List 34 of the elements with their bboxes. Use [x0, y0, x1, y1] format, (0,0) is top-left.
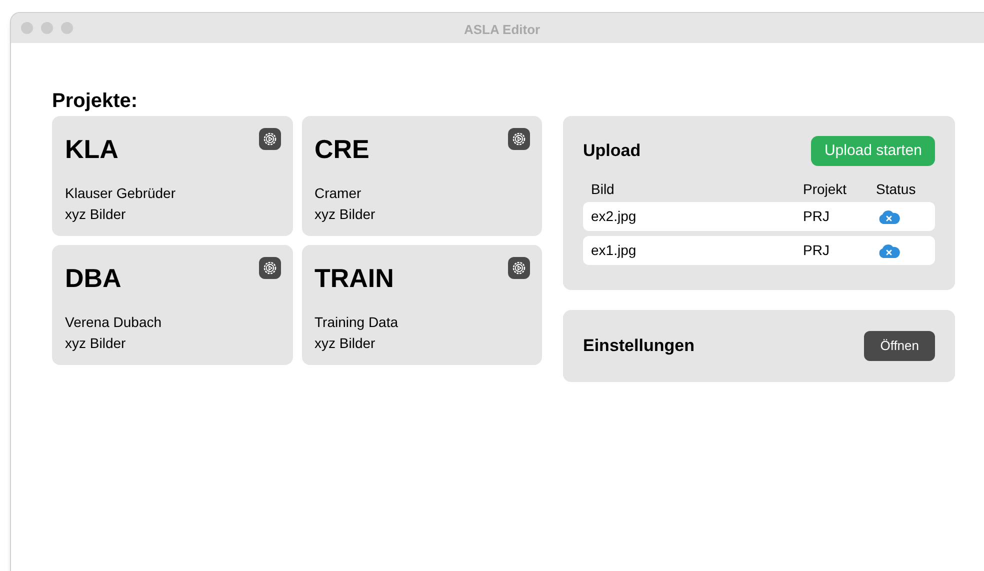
project-card[interactable]: CRE Cramer xyz Bilder	[302, 116, 542, 236]
column-header: Projekt	[803, 180, 848, 199]
project-code: PRJ	[803, 207, 830, 226]
project-code: CRE	[314, 134, 370, 164]
file-name: ex2.jpg	[591, 207, 638, 226]
project-name: Training Data	[314, 313, 400, 332]
image-count: xyz Bilder	[65, 334, 127, 353]
project-name: Klauser Gebrüder	[65, 184, 177, 203]
image-count: xyz Bilder	[65, 205, 127, 224]
image-count: xyz Bilder	[314, 334, 376, 353]
column-header: Status	[876, 180, 916, 199]
settings-icon[interactable]	[258, 257, 280, 279]
upload-row[interactable]: ex2.jpg PRJ	[583, 202, 935, 231]
project-card[interactable]: TRAIN Training Data xyz Bilder	[302, 245, 542, 365]
panel-title: Einstellungen	[583, 335, 694, 358]
project-code: PRJ	[803, 241, 830, 260]
project-card[interactable]: KLA Klauser Gebrüder xyz Bilder	[52, 116, 292, 236]
project-name: Verena Dubach	[65, 313, 163, 332]
upload-row[interactable]: ex1.jpg PRJ	[583, 236, 935, 265]
section-heading: Projekte:	[52, 89, 139, 114]
open-settings-button[interactable]: Öffnen	[864, 331, 935, 361]
project-card[interactable]: DBA Verena Dubach xyz Bilder	[52, 245, 292, 365]
settings-icon[interactable]	[508, 257, 530, 279]
window-title: ASLA Editor	[464, 21, 540, 39]
image-count: xyz Bilder	[314, 205, 376, 224]
project-name: Cramer	[314, 184, 362, 203]
project-code: KLA	[65, 134, 118, 164]
panel-title: Upload	[583, 140, 641, 162]
settings-icon[interactable]	[258, 128, 280, 150]
file-name: ex1.jpg	[591, 241, 638, 260]
project-code: TRAIN	[314, 263, 394, 293]
settings-icon[interactable]	[508, 128, 530, 150]
column-header: Bild	[591, 180, 616, 199]
project-code: DBA	[65, 263, 122, 293]
